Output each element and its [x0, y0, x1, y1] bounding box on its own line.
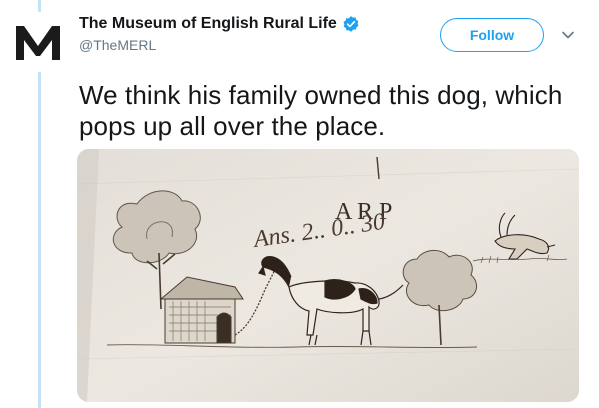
author-row[interactable]: The Museum of English Rural Life — [79, 15, 360, 33]
tweet-text: We think his family owned this dog, whic… — [79, 80, 563, 141]
author-handle[interactable]: @TheMERL — [79, 37, 156, 53]
chevron-down-icon[interactable] — [561, 28, 575, 42]
avatar[interactable] — [13, 21, 63, 63]
author-display-name[interactable]: The Museum of English Rural Life — [79, 15, 337, 33]
tweet-media-image[interactable]: A R P Ans. 2.. 0.. 30 — [77, 149, 579, 402]
thread-line-top — [38, 0, 41, 12]
follow-button[interactable]: Follow — [440, 18, 544, 52]
thread-line — [38, 72, 41, 408]
dog-drawing-image: A R P Ans. 2.. 0.. 30 — [77, 149, 579, 402]
verified-badge-icon — [343, 16, 359, 32]
merl-logo-icon — [16, 26, 60, 60]
